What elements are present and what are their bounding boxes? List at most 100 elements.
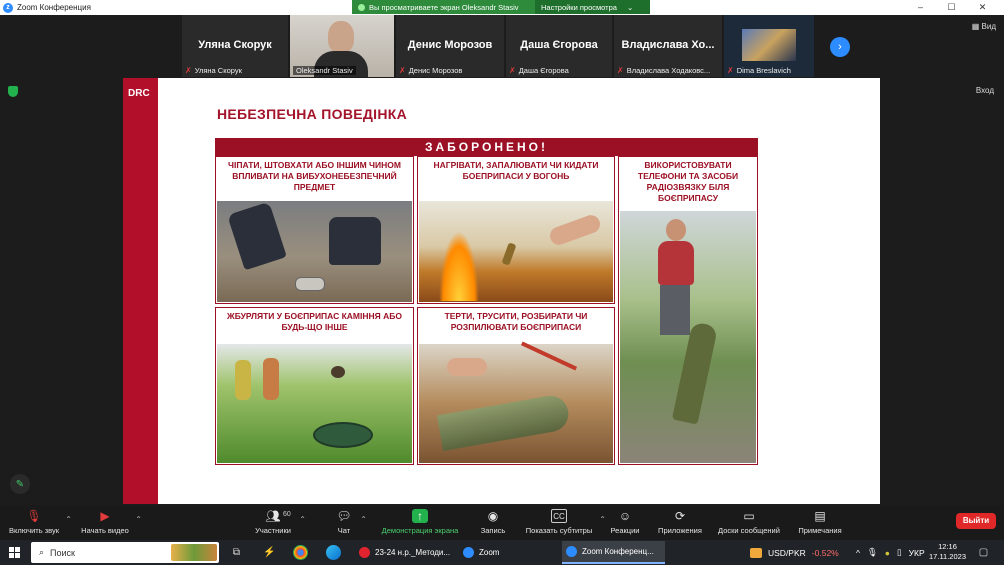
chevron-up-icon[interactable]: ⌃: [135, 515, 142, 524]
notifications-icon[interactable]: ▢: [976, 545, 991, 560]
participant-tile[interactable]: Владислава Хо... ✗ Владислава Ходаковс...: [614, 15, 722, 77]
participant-tile[interactable]: Даша Єгорова ✗ Даша Єгорова: [506, 15, 612, 77]
view-button[interactable]: ▦ Вид: [972, 22, 996, 31]
apps-label: Приложения: [658, 526, 702, 535]
screen-share-banner: Вы просматриваете экран Oleksandr Stasiv…: [352, 0, 650, 14]
currency-ticker[interactable]: USD/PKR -0.52%: [750, 540, 839, 565]
share-screen-button[interactable]: ↑ Демонстрация экрана: [378, 509, 462, 535]
flame-shape: [439, 231, 479, 301]
person-legs: [660, 285, 690, 335]
participants-label: Участники: [255, 526, 291, 535]
chrome-icon[interactable]: [293, 545, 308, 560]
person-one: [235, 360, 251, 400]
whiteboards-label: Доски сообщений: [718, 526, 780, 535]
encryption-shield-icon[interactable]: [8, 86, 18, 97]
chevron-up-icon[interactable]: ⌃: [360, 515, 367, 524]
reactions-button[interactable]: ☺ Реакции: [609, 509, 641, 535]
panel-illustration: [419, 341, 613, 463]
notes-label: Примечания: [798, 526, 842, 535]
chat-button[interactable]: 💬︎ Чат ⌃: [333, 509, 367, 535]
minimize-button[interactable]: –: [905, 0, 936, 15]
maximize-button[interactable]: ☐: [936, 0, 967, 15]
zoom-icon: [566, 546, 577, 557]
whiteboards-button[interactable]: ▭ Доски сообщений: [715, 509, 783, 535]
apps-button[interactable]: ⟳ Приложения: [656, 509, 704, 535]
ticker-symbol: USD/PKR: [768, 547, 806, 558]
participant-tile[interactable]: Денис Морозов ✗ Денис Морозов: [396, 15, 504, 77]
share-screen-label: Демонстрация экрана: [381, 526, 459, 535]
exit-fullscreen-button[interactable]: Вход: [976, 86, 994, 95]
zoom-logo-icon: z: [3, 2, 13, 13]
clock-time: 12:16: [938, 542, 957, 551]
tray-expand-icon[interactable]: ^: [856, 548, 860, 558]
panel-caption: ТЕРТИ, ТРУСИТИ, РОЗБИРАТИ ЧИ РОЗПИЛЮВАТИ…: [444, 311, 588, 332]
lightning-app-icon[interactable]: ⚡: [262, 545, 277, 560]
share-status-text: Вы просматриваете экран Oleksandr Stasiv: [369, 2, 519, 12]
task-view-icon[interactable]: ⧉: [229, 545, 244, 560]
hand-shape: [447, 358, 487, 376]
zoom-window: z Zoom Конференция – ☐ ✕ Вы просматривае…: [0, 0, 1004, 565]
taskbar-item-zoom[interactable]: Zoom: [459, 541, 554, 564]
chat-icon: 💬︎: [336, 509, 352, 523]
taskbar-search-box[interactable]: ⌕ Поиск: [31, 542, 219, 563]
taskbar-item-opera[interactable]: 23-24 н.р._Методи...: [355, 541, 455, 564]
microphone-tray-icon[interactable]: 🎙︎: [867, 547, 878, 558]
reactions-label: Реакции: [610, 526, 640, 535]
search-icon: ⌕: [39, 547, 45, 557]
show-captions-button[interactable]: CC Показать субтитры ⌃: [524, 509, 606, 535]
cartridge-shape: [501, 242, 517, 266]
close-button[interactable]: ✕: [967, 0, 998, 15]
panel-illustration: [620, 211, 756, 463]
hacksaw-frame: [520, 341, 578, 371]
poster-panel-throw: ЖБУРЛЯТИ У БОЄПРИПАС КАМІННЯ АБО БУДЬ-ЩО…: [215, 307, 414, 465]
participant-label: Уляна Скорук: [194, 66, 242, 75]
keyboard-language[interactable]: УКР: [909, 548, 925, 558]
prohibition-poster: ЗАБОРОНЕНО! ЧІПАТИ, ШТОВХАТИ АБО ІНШИМ Ч…: [215, 138, 758, 465]
mic-muted-icon: ✗: [399, 66, 406, 75]
participant-label: Dima Breslavich: [736, 66, 791, 75]
participant-label: Даша Єгорова: [518, 66, 569, 75]
person-two: [263, 358, 279, 400]
participant-tile[interactable]: Уляна Скорук ✗ Уляна Скорук: [182, 15, 288, 77]
meeting-toolbar: 🎙︎ Включить звук ⌃ ▶︎ Начать видео ⌃ 👥︎ …: [0, 505, 1004, 540]
mic-muted-icon: ✗: [509, 66, 516, 75]
leave-button[interactable]: Выйти: [956, 513, 996, 529]
panel-illustration: [217, 201, 412, 302]
grid-view-icon: ▦: [971, 22, 982, 31]
edge-icon[interactable]: [326, 545, 341, 560]
whiteboard-icon: ▭: [743, 509, 755, 523]
start-video-button[interactable]: ▶︎ Начать видео ⌃: [80, 509, 142, 535]
windows-start-icon[interactable]: [9, 547, 20, 558]
network-icon[interactable]: ▯: [897, 547, 902, 558]
shared-screen-slide: DRC НЕБЕЗПЕЧНА ПОВЕДІНКА ЗАБОРОНЕНО! ЧІП…: [123, 78, 880, 504]
participant-tile-video[interactable]: Oleksandr Stasiv: [290, 15, 394, 77]
ticker-icon: [750, 547, 762, 558]
chevron-up-icon[interactable]: ⌃: [299, 515, 306, 524]
view-button-label: Вид: [981, 22, 996, 31]
person-torso: [658, 241, 694, 285]
participant-tile-video[interactable]: ✗ Dima Breslavich: [724, 15, 814, 77]
chat-label: Чат: [337, 526, 351, 535]
record-button[interactable]: ◉ Запись: [478, 509, 508, 535]
participant-name-large: Даша Єгорова: [520, 39, 598, 51]
clock-date: 17.11.2023: [929, 552, 966, 561]
taskbar-clock[interactable]: 12:16 17.11.2023: [929, 542, 966, 562]
chevron-up-icon[interactable]: ⌃: [599, 515, 606, 524]
participants-icon: 👥︎: [265, 509, 281, 523]
annotate-pencil-icon[interactable]: ✎: [10, 474, 30, 494]
taskbar-item-zoom-meeting[interactable]: Zoom Конференц...: [562, 541, 665, 564]
chevron-up-icon[interactable]: ⌃: [65, 515, 72, 524]
next-participants-button[interactable]: ›: [830, 37, 850, 57]
window-controls: – ☐ ✕: [905, 0, 998, 15]
panel-caption: ЖБУРЛЯТИ У БОЄПРИПАС КАМІННЯ АБО БУДЬ-ЩО…: [227, 311, 402, 332]
share-status: Вы просматриваете экран Oleksandr Stasiv: [352, 0, 535, 14]
view-options-button[interactable]: Настройки просмотра ⌄: [535, 0, 650, 14]
video-off-icon: ▶︎: [100, 509, 110, 523]
unmute-button[interactable]: 🎙︎ Включить звук ⌃: [8, 509, 72, 535]
notes-button[interactable]: ▤ Примечания: [796, 509, 844, 535]
app-tray-icon[interactable]: ●: [885, 548, 890, 558]
search-placeholder: Поиск: [50, 547, 75, 558]
landmine-shape: [313, 422, 373, 448]
poster-panel-saw: ТЕРТИ, ТРУСИТИ, РОЗБИРАТИ ЧИ РОЗПИЛЮВАТИ…: [417, 307, 615, 465]
opera-icon: [359, 547, 370, 558]
